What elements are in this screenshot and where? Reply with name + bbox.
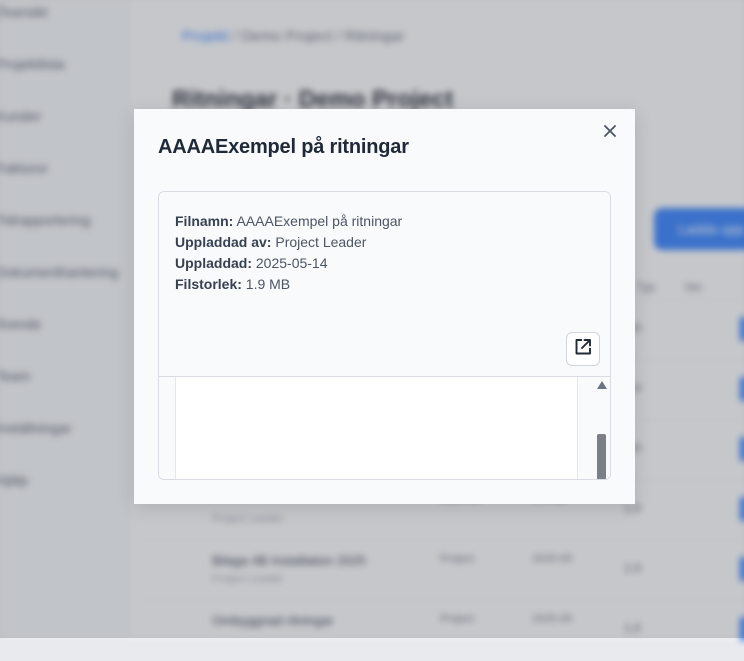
filesize-label: Filstorlek: [175, 276, 242, 292]
file-details-card: Filnamn: AAAAExempel på ritningar Upplad… [158, 191, 611, 480]
filename-value: AAAAExempel på ritningar [236, 213, 403, 229]
document-preview[interactable] [159, 376, 610, 479]
preview-page [175, 377, 578, 479]
close-button[interactable] [600, 123, 620, 143]
filename-row: Filnamn: AAAAExempel på ritningar [175, 211, 402, 232]
external-link-icon [573, 337, 593, 362]
uploaded-date-row: Uppladdad: 2025-05-14 [175, 253, 402, 274]
uploaded-by-row: Uppladdad av: Project Leader [175, 232, 402, 253]
open-in-new-tab-button[interactable] [566, 332, 600, 366]
uploaded-date-value: 2025-05-14 [255, 255, 328, 271]
modal-title: AAAAExempel på ritningar [158, 136, 409, 158]
uploaded-by-value: Project Leader [275, 234, 367, 250]
filename-label: Filnamn: [175, 213, 234, 229]
file-preview-modal: AAAAExempel på ritningar Filnamn: AAAAEx… [134, 109, 635, 504]
scrollbar-thumb[interactable] [597, 434, 606, 479]
close-icon [603, 124, 617, 143]
scroll-up-arrow-icon[interactable] [597, 381, 607, 389]
uploaded-by-label: Uppladdad av: [175, 234, 272, 250]
file-metadata: Filnamn: AAAAExempel på ritningar Upplad… [175, 211, 402, 295]
filesize-row: Filstorlek: 1.9 MB [175, 274, 402, 295]
uploaded-date-label: Uppladdad: [175, 255, 252, 271]
filesize-value: 1.9 MB [245, 276, 291, 292]
